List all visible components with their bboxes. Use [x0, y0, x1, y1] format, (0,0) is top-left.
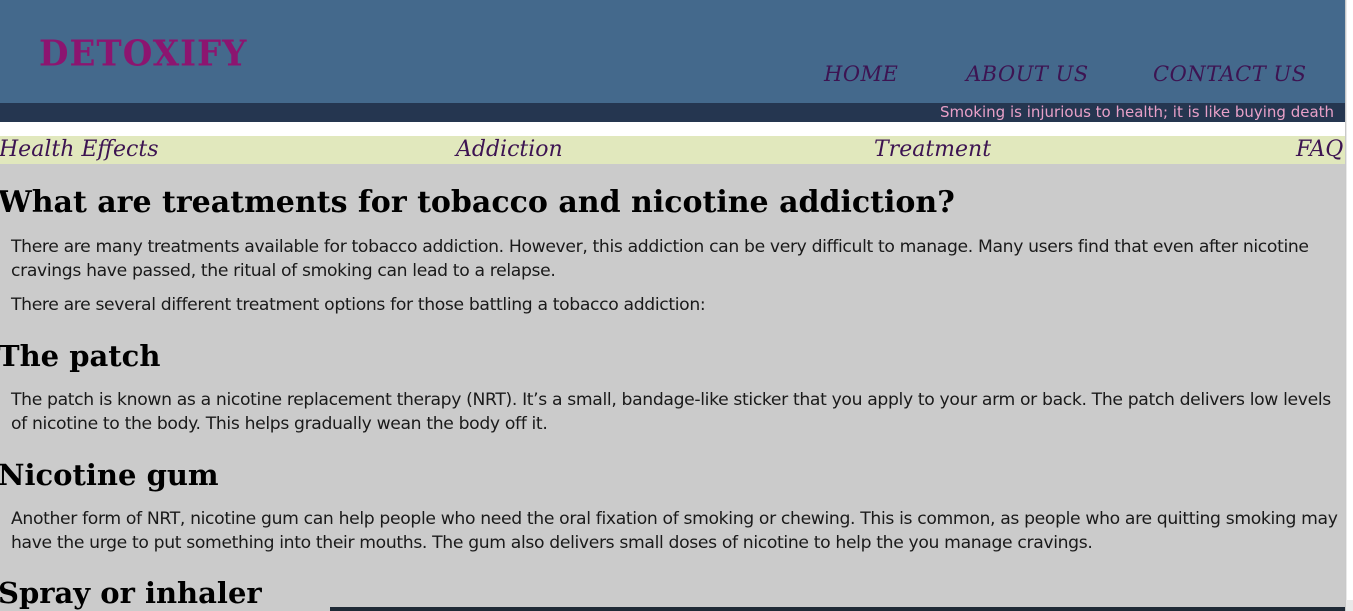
page-title: What are treatments for tobacco and nico…: [0, 185, 955, 220]
page: DETOXIFY HOME ABOUT US CONTACT US Smokin…: [0, 0, 1353, 611]
topic-nav: Health Effects Addiction Treatment FAQ: [0, 136, 1345, 164]
topic-nav-health-effects[interactable]: Health Effects: [0, 136, 158, 164]
section-heading-nicotine-gum: Nicotine gum: [0, 458, 219, 492]
section-heading-spray-inhaler: Spray or inhaler: [0, 576, 262, 610]
main-content: What are treatments for tobacco and nico…: [0, 164, 1345, 611]
marquee-banner: Smoking is injurious to health; it is li…: [0, 103, 1345, 122]
vertical-scrollbar[interactable]: [1345, 0, 1353, 611]
intro-paragraph: There are many treatments available for …: [11, 237, 1309, 281]
nav-about-us-link[interactable]: ABOUT US: [966, 62, 1089, 86]
marquee-text: Smoking is injurious to health; it is li…: [940, 103, 1335, 121]
scrollbar-thumb[interactable]: [1347, 0, 1353, 600]
horizontal-scrollbar[interactable]: [330, 607, 1345, 611]
section-text-nicotine-gum: Another form of NRT, nicotine gum can he…: [11, 509, 1338, 553]
intro-paragraph-2: There are several different treatment op…: [11, 295, 706, 315]
nav-contact-us-link[interactable]: CONTACT US: [1153, 62, 1307, 86]
topic-nav-treatment[interactable]: Treatment: [874, 136, 991, 164]
section-text-patch: The patch is known as a nicotine replace…: [11, 390, 1331, 434]
topic-nav-faq[interactable]: FAQ: [1296, 136, 1343, 164]
site-header: DETOXIFY HOME ABOUT US CONTACT US: [0, 0, 1345, 103]
divider: [0, 122, 1345, 136]
section-heading-patch: The patch: [0, 339, 161, 373]
topic-nav-addiction[interactable]: Addiction: [456, 136, 563, 164]
nav-home-link[interactable]: HOME: [824, 62, 898, 86]
site-logo[interactable]: DETOXIFY: [39, 33, 247, 75]
